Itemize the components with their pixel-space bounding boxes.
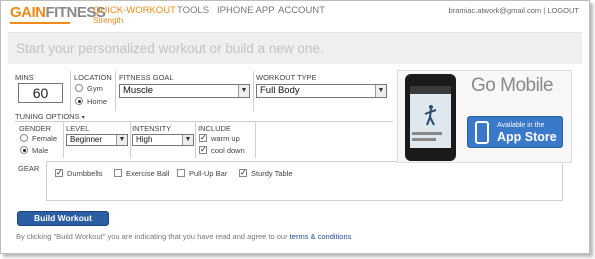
- divider: [63, 122, 64, 158]
- tuning-divider: [15, 121, 393, 122]
- appstore-small-text: Available in the: [497, 122, 545, 129]
- divider: [255, 122, 256, 158]
- mins-label: MINS: [15, 73, 34, 82]
- divider: [253, 71, 254, 111]
- gender-male-label: Male: [32, 146, 49, 155]
- include-cool-down-checkbox[interactable]: ✓: [199, 146, 207, 154]
- chevron-down-icon: ▼: [238, 85, 249, 97]
- fitness-goal-value: Muscle: [123, 85, 154, 96]
- mins-input[interactable]: 60: [18, 83, 63, 103]
- include-warm-up-label: warm up: [211, 134, 240, 143]
- gear-dumbbells-checkbox[interactable]: ✓: [55, 169, 63, 177]
- iphone-image: [405, 74, 456, 161]
- nav-iphone-app[interactable]: IPHONE APP: [217, 5, 275, 17]
- intensity-select[interactable]: High ▼: [132, 134, 194, 146]
- divider: [70, 71, 71, 111]
- level-select[interactable]: Beginner ▼: [66, 134, 128, 146]
- fitness-goal-label: FITNESS GOAL: [119, 73, 174, 82]
- workout-type-value: Full Body: [260, 85, 300, 96]
- gender-male-radio[interactable]: [20, 146, 28, 154]
- build-workout-button[interactable]: Build Workout: [17, 211, 109, 226]
- logo-gain: GAIN: [10, 4, 46, 21]
- workout-type-select[interactable]: Full Body ▼: [256, 84, 387, 98]
- phone-icon: [475, 121, 489, 144]
- location-home-label: Home: [87, 97, 108, 106]
- gear-label: GEAR: [18, 164, 40, 173]
- phone-screen: [410, 86, 451, 148]
- gear-exercise-ball-checkbox[interactable]: [114, 169, 122, 177]
- user-links: bramiac.atwork@gmail.com | LOGOUT: [449, 6, 579, 15]
- agreement-text: By clicking "Build Workout" you are indi…: [16, 232, 351, 241]
- include-label: INCLUDE: [198, 124, 231, 133]
- gear-sturdy-table-label: Sturdy Table: [251, 169, 293, 178]
- gainfitness-logo[interactable]: GAINFITNESS: [10, 4, 106, 22]
- exercise-figure-icon: [424, 105, 437, 126]
- workout-type-label: WORKOUT TYPE: [256, 73, 317, 82]
- gear-box: [46, 161, 563, 201]
- fitness-goal-select[interactable]: Muscle ▼: [119, 84, 250, 98]
- tuning-options-label: TUNING OPTIONS: [15, 112, 80, 121]
- include-warm-up-checkbox[interactable]: ✓: [199, 134, 207, 142]
- user-links-separator: |: [543, 6, 546, 15]
- divider: [115, 71, 116, 111]
- user-email[interactable]: bramiac.atwork@gmail.com: [449, 6, 542, 15]
- intensity-value: High: [136, 135, 153, 144]
- nav-tools[interactable]: TOOLS: [177, 5, 209, 17]
- gear-pull-up-bar-checkbox[interactable]: [177, 169, 185, 177]
- phone-top-bar: [410, 86, 451, 94]
- app-store-button[interactable]: Available in the App Store: [467, 116, 563, 148]
- location-label: LOCATION: [74, 73, 112, 82]
- chevron-down-icon: ▼: [375, 85, 386, 97]
- location-gym-label: Gym: [87, 84, 103, 93]
- gender-female-label: Female: [32, 134, 58, 143]
- chevron-down-icon: ▼: [116, 135, 127, 145]
- level-value: Beginner: [70, 135, 103, 144]
- page-frame: GAINFITNESS QUICK-WORKOUT Strength TOOLS…: [0, 0, 590, 254]
- divider: [195, 122, 196, 158]
- top-header: GAINFITNESS QUICK-WORKOUT Strength TOOLS…: [1, 1, 589, 31]
- appstore-big-text: App Store: [497, 130, 557, 144]
- agreement-sentence: By clicking "Build Workout" you are indi…: [16, 232, 288, 241]
- intensity-label: INTENSITY: [132, 124, 172, 133]
- terms-link[interactable]: terms & conditions: [290, 232, 352, 241]
- chevron-down-icon: ▼: [182, 135, 193, 145]
- include-cool-down-label: cool down: [211, 146, 245, 155]
- intro-banner: Start your personalized workout or build…: [8, 32, 582, 64]
- go-mobile-title: Go Mobile: [471, 75, 554, 96]
- phone-row: [412, 132, 442, 135]
- location-home-radio[interactable]: [75, 97, 83, 105]
- phone-row: [412, 138, 436, 141]
- gear-dumbbells-label: Dumbbells: [67, 169, 103, 178]
- logout-link[interactable]: LOGOUT: [547, 6, 579, 15]
- gear-pull-up-bar-label: Pull-Up Bar: [189, 169, 228, 178]
- nav-quick-workout-sub: Strength: [93, 16, 124, 25]
- nav-account[interactable]: ACCOUNT: [278, 5, 325, 17]
- gear-sturdy-table-checkbox[interactable]: ✓: [239, 169, 247, 177]
- gender-female-radio[interactable]: [20, 134, 28, 142]
- divider: [130, 122, 131, 158]
- level-label: LEVEL: [66, 124, 90, 133]
- workout-form: MINS 60 LOCATION Gym Home FITNESS GOAL M…: [10, 67, 576, 253]
- location-gym-radio[interactable]: [75, 84, 83, 92]
- gender-label: GENDER: [19, 124, 52, 133]
- go-mobile-ad[interactable]: Go Mobile Available in the App Store: [397, 70, 572, 163]
- banner-text: Start your personalized workout or build…: [16, 41, 324, 56]
- gear-exercise-ball-label: Exercise Ball: [126, 169, 170, 178]
- logo-underline: [10, 22, 70, 24]
